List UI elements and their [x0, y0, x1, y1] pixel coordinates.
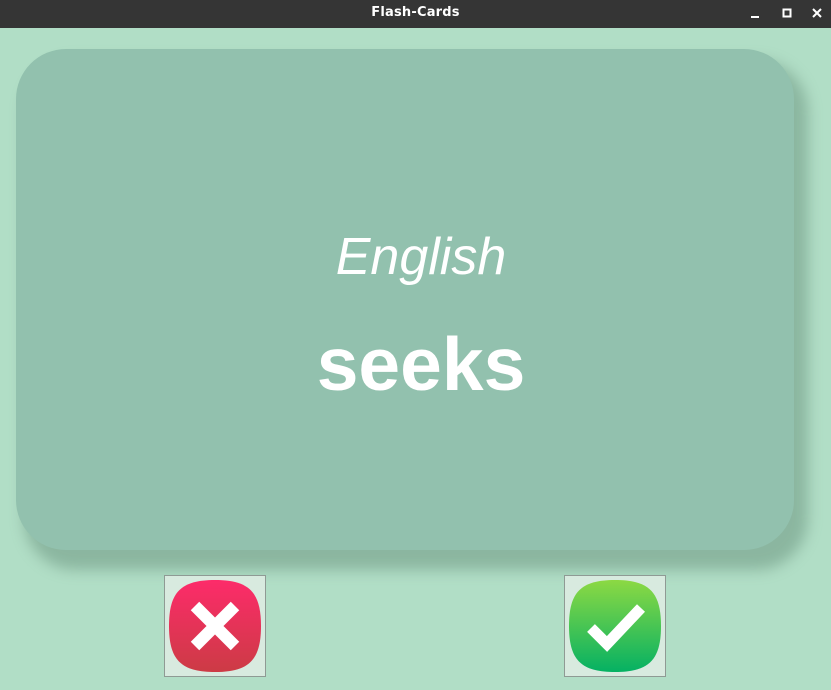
- maximize-icon: [782, 8, 792, 18]
- flash-card[interactable]: English seeks: [16, 49, 794, 550]
- card-word: seeks: [316, 322, 526, 406]
- window-title: Flash-Cards: [371, 5, 460, 20]
- maximize-button[interactable]: [778, 4, 796, 22]
- wrong-answer-button[interactable]: [164, 575, 266, 677]
- close-button[interactable]: [808, 4, 826, 22]
- checkmark-icon: [569, 580, 661, 672]
- card-language-label: English: [335, 228, 507, 286]
- right-answer-button[interactable]: [564, 575, 666, 677]
- minimize-icon: [751, 16, 759, 18]
- title-bar: Flash-Cards: [0, 0, 831, 28]
- minimize-button[interactable]: [746, 4, 764, 22]
- x-icon: [169, 580, 261, 672]
- close-icon: [812, 8, 822, 18]
